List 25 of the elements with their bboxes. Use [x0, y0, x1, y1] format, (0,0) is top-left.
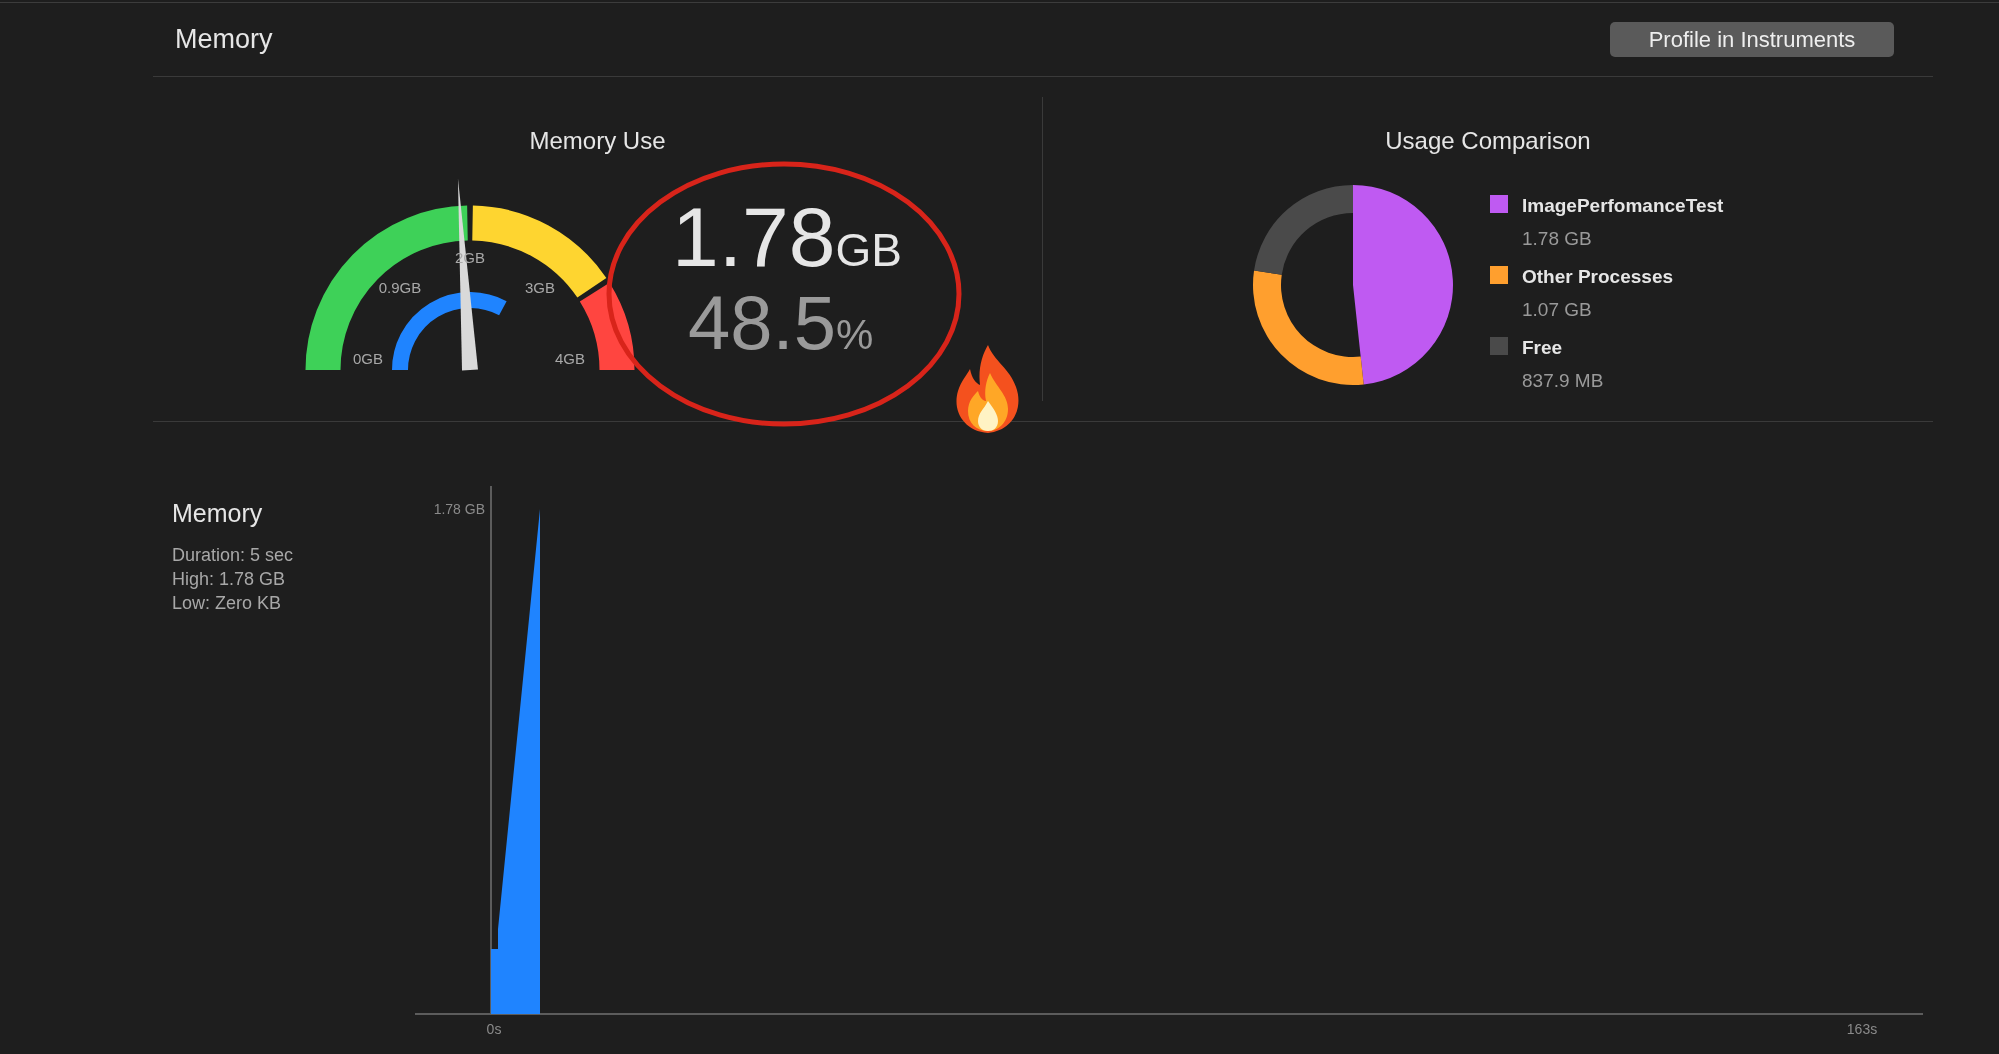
- profile-button[interactable]: Profile in Instruments: [1610, 22, 1894, 57]
- section-title: Memory: [175, 23, 273, 57]
- memory-unit: GB: [835, 227, 902, 273]
- percent-unit: %: [835, 314, 874, 356]
- legend-name: Free: [1522, 336, 1564, 360]
- gauge-label: 0GB: [353, 348, 383, 369]
- chart-title: Memory: [172, 498, 264, 529]
- legend-value: 837.9 MB: [1522, 368, 1604, 393]
- panel-title: Usage Comparison: [1384, 126, 1592, 156]
- legend-name: Other Processes: [1522, 265, 1674, 289]
- gauge-label: 3GB: [525, 277, 555, 298]
- stat-line: Low: Zero KB: [172, 591, 283, 615]
- panel-title: Memory Use: [528, 126, 667, 156]
- time-label: 163s: [1846, 1021, 1878, 1037]
- legend-value: 1.07 GB: [1522, 297, 1593, 322]
- memory-value: 1.78: [672, 195, 836, 279]
- legend-name: ImagePerfomanceTest: [1522, 194, 1724, 218]
- gauge-label: 0.9GB: [378, 277, 422, 298]
- percent-value: 48.5: [688, 285, 836, 361]
- peak-label: 1.78 GB: [433, 501, 485, 517]
- stat-line: Duration: 5 sec: [172, 543, 295, 567]
- gauge-label: 4GB: [555, 348, 585, 369]
- time-label: 0s: [486, 1021, 502, 1037]
- stat-line: High: 1.78 GB: [172, 567, 287, 591]
- legend-value: 1.78 GB: [1522, 226, 1593, 251]
